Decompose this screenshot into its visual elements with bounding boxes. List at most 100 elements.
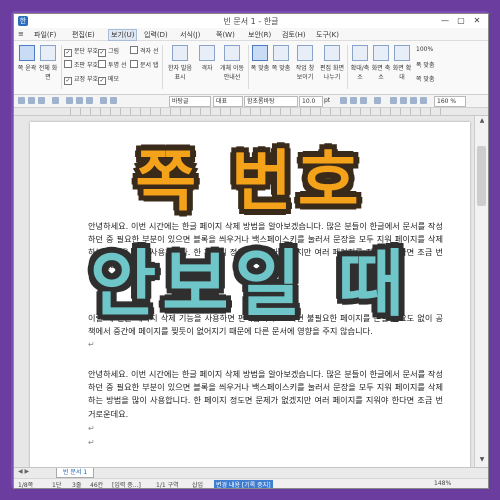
minimize-icon[interactable]: — xyxy=(438,15,452,27)
ribbon-divider xyxy=(162,45,163,89)
split-view-button[interactable]: 편집 화면 나누기 xyxy=(319,45,345,81)
italic-icon[interactable] xyxy=(350,97,357,104)
language-select[interactable]: 대표 xyxy=(213,96,243,107)
status-line: 3줄 xyxy=(72,482,82,489)
menu-item-page[interactable]: 쪽(W) xyxy=(216,30,235,40)
document-tab-bar: ◀ ▶ 빈 문서 1 xyxy=(14,467,488,478)
underline-icon[interactable] xyxy=(360,97,367,104)
line-spacing-select[interactable]: 160 % xyxy=(434,96,466,107)
guide-button[interactable]: 개체 이동 안내선 xyxy=(218,45,246,81)
hanja-icon xyxy=(172,45,188,61)
align-left-icon[interactable] xyxy=(390,97,397,104)
tab-doc-1[interactable]: 빈 문서 1 xyxy=(56,468,95,478)
cut-icon[interactable] xyxy=(66,97,73,104)
ribbon-divider xyxy=(347,45,348,89)
paste-icon[interactable] xyxy=(86,97,93,104)
page-outline-button[interactable]: 쪽 윤곽 xyxy=(17,45,37,72)
grid-icon xyxy=(199,45,215,61)
checkbox-memo[interactable]: ✓ 메모 xyxy=(98,74,119,85)
menu-item-security[interactable]: 보안(R) xyxy=(248,30,271,40)
page-outline-icon xyxy=(19,45,35,61)
undo-icon[interactable] xyxy=(100,97,107,104)
redo-icon[interactable] xyxy=(110,97,117,104)
overlay-title-line1: 쪽 번호 xyxy=(135,143,365,220)
zoom-in-button[interactable]: 화면 확대 xyxy=(392,45,412,81)
zoom-button[interactable]: 확대/축소 xyxy=(350,45,370,81)
paragraph-mark: ↵ xyxy=(88,424,95,433)
menu-item-insert[interactable]: 입력(D) xyxy=(144,30,168,40)
status-section: 1단 xyxy=(52,482,62,489)
open-icon[interactable] xyxy=(28,97,35,104)
format-toolbar: 바탕글 대표 함초롬바탕 10.0 pt 160 % xyxy=(14,95,488,108)
zoom-icon xyxy=(352,45,368,61)
save-icon[interactable] xyxy=(38,97,45,104)
title-bar: 한 빈 문서 1 - 한글 — ▢ ✕ xyxy=(14,14,488,28)
ribbon-divider xyxy=(248,45,249,89)
ribbon: 쪽 윤곽 전체 화면 ✓ 문단 부호 조판 부호 ✓ 교정 부호 ✓ 그림 투명 선 … xyxy=(14,41,488,95)
paragraph-3: 안녕하세요. 이번 시간에는 한글 페이지 삭제 방법을 알아보겠습니다. 많은… xyxy=(88,369,443,419)
font-color-icon[interactable] xyxy=(374,97,381,104)
align-center-icon[interactable] xyxy=(400,97,407,104)
menu-item-file[interactable]: 파일(F) xyxy=(34,30,56,40)
split-view-icon xyxy=(324,45,340,61)
fit-page-icon xyxy=(273,45,289,61)
menu-item-edit[interactable]: 편집(E) xyxy=(72,30,95,40)
overlay-title-line2: 안보일 때 xyxy=(89,242,411,326)
align-justify-icon[interactable] xyxy=(420,97,427,104)
close-icon[interactable]: ✕ xyxy=(470,15,484,27)
scroll-down-icon[interactable]: ▼ xyxy=(475,456,488,463)
scroll-up-icon[interactable]: ▲ xyxy=(475,117,488,124)
menu-item-tools[interactable]: 도구(K) xyxy=(316,30,339,40)
new-doc-icon[interactable] xyxy=(18,97,25,104)
zoom-in-icon xyxy=(394,45,410,61)
checkbox-proof-mark[interactable]: ✓ 교정 부호 xyxy=(64,74,98,85)
fit-width-button[interactable]: 폭 맞춤 xyxy=(250,45,270,72)
font-select[interactable]: 함초롬바탕 xyxy=(244,96,298,107)
menu-item-view[interactable]: 보기(U) xyxy=(108,29,138,41)
checkbox-grid-line[interactable]: 격자 선 xyxy=(130,46,158,55)
print-icon[interactable] xyxy=(52,97,59,104)
font-size-unit: pt xyxy=(324,97,331,104)
status-mode[interactable]: 삽입 xyxy=(192,480,203,488)
maximize-icon[interactable]: ▢ xyxy=(454,15,468,27)
bold-icon[interactable] xyxy=(340,97,347,104)
task-pane-icon xyxy=(297,45,313,61)
menu-item-format[interactable]: 서식(J) xyxy=(180,30,200,40)
fullscreen-button[interactable]: 전체 화면 xyxy=(38,45,58,81)
paragraph-mark: ↵ xyxy=(88,438,95,447)
zoom-out-icon xyxy=(373,45,389,61)
fit-page-button[interactable]: 쪽 맞춤 xyxy=(271,45,291,72)
hanja-button[interactable]: 한자 발음 표시 xyxy=(165,45,195,81)
zoom-fit-page-option[interactable]: 쪽 맞춤 xyxy=(416,74,434,83)
status-bar: 1/8쪽 1단 3줄 46칸 [입력 중...] 1/1 구역 삽입 변경 내용… xyxy=(14,478,488,489)
checkbox-layout-mark[interactable]: 조판 부호 xyxy=(64,60,98,69)
checkbox-para-mark[interactable]: ✓ 문단 부호 xyxy=(64,46,98,57)
checkbox-transparent-line[interactable]: 투명 선 xyxy=(98,60,126,69)
status-col: 46칸 xyxy=(90,482,104,489)
fit-width-icon xyxy=(252,45,268,61)
guide-icon xyxy=(224,45,240,61)
zoom-100-option[interactable]: 100% xyxy=(416,46,433,53)
zoom-fit-width-option[interactable]: 폭 맞춤 xyxy=(416,60,434,69)
tab-nav-icon[interactable]: ◀ ▶ xyxy=(18,468,29,475)
ruler xyxy=(14,108,488,116)
style-select[interactable]: 바탕글 xyxy=(169,96,211,107)
copy-icon[interactable] xyxy=(76,97,83,104)
checkbox-picture[interactable]: ✓ 그림 xyxy=(98,46,119,57)
window-title: 빈 문서 1 - 한글 xyxy=(223,17,279,26)
status-track-changes[interactable]: 변경 내용 [기록 중지] xyxy=(214,480,273,488)
font-size-input[interactable]: 10.0 xyxy=(299,96,323,107)
menu-item-review[interactable]: 검토(H) xyxy=(282,30,306,40)
menu-bar: ≡ 파일(F) 편집(E) 보기(U) 입력(D) 서식(J) 쪽(W) 보안(… xyxy=(14,28,488,41)
status-page: 1/8쪽 xyxy=(18,482,34,489)
ribbon-divider xyxy=(61,45,62,89)
task-pane-button[interactable]: 작업 창 보이기 xyxy=(293,45,317,81)
status-input: [입력 중...] xyxy=(112,482,141,489)
status-zoom[interactable]: 148% xyxy=(434,480,451,487)
grid-button[interactable]: 격자 xyxy=(197,45,217,72)
menu-button[interactable]: ≡ xyxy=(18,30,24,38)
align-right-icon[interactable] xyxy=(410,97,417,104)
zoom-out-button[interactable]: 화면 축소 xyxy=(371,45,391,81)
paragraph-mark: ↵ xyxy=(88,340,95,349)
checkbox-doc-tab[interactable]: 문서 탭 xyxy=(130,60,158,69)
